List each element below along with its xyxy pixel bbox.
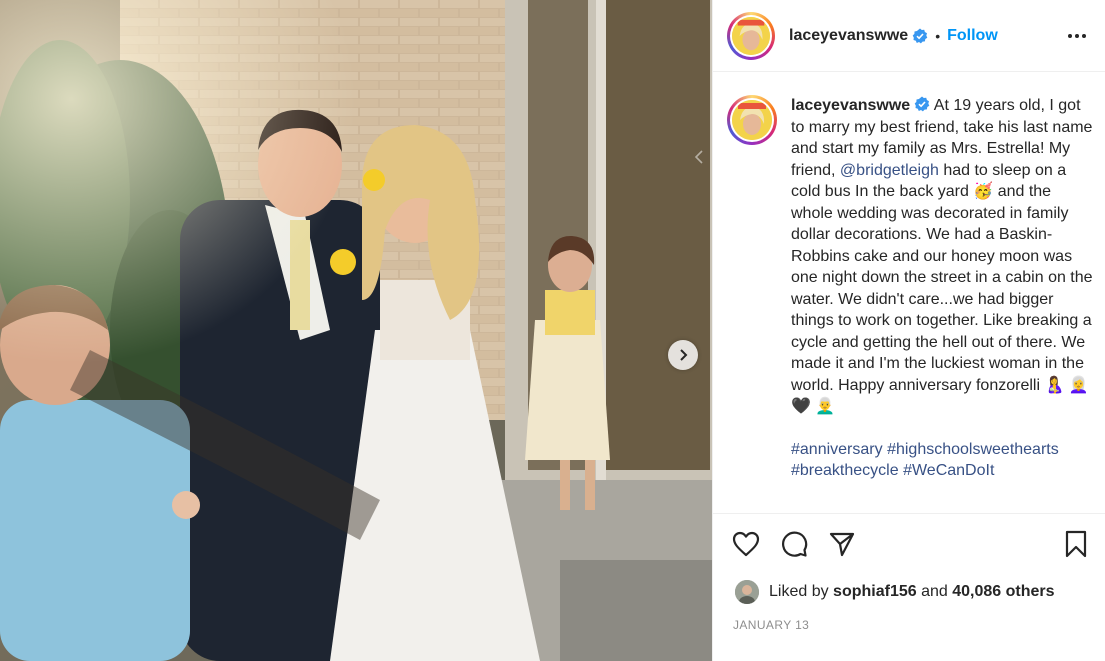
wedding-photo-illustration: [0, 0, 712, 661]
likes-summary: Liked by sophiaf156 and 40,086 others: [735, 580, 1055, 604]
separator-dot: •: [935, 27, 941, 44]
caption-username[interactable]: laceyevanswwe: [791, 97, 910, 114]
caption-text: laceyevanswwe At 19 years old, I got to …: [791, 95, 1095, 482]
hashtag-link[interactable]: #WeCanDoIt: [903, 462, 994, 479]
follow-button[interactable]: Follow: [947, 27, 998, 45]
caption-body-2: had to sleep on a cold bus In the back y…: [791, 161, 1093, 416]
heart-icon: [732, 531, 760, 557]
save-button[interactable]: [1061, 529, 1091, 559]
post-side-panel: laceyevanswwe • Follow laceyevanswwe At …: [712, 0, 1105, 661]
instagram-post: laceyevanswwe • Follow laceyevanswwe At …: [0, 0, 1105, 661]
liker-username[interactable]: sophiaf156: [833, 583, 917, 601]
verified-badge-icon: [912, 28, 928, 43]
post-date[interactable]: JANUARY 13: [733, 618, 809, 632]
author-avatar[interactable]: [727, 11, 775, 60]
liker-avatar[interactable]: [735, 580, 759, 604]
comment-button[interactable]: [779, 529, 809, 559]
divider: [713, 513, 1105, 514]
more-options-icon: [1068, 33, 1086, 38]
avatar-image: [732, 16, 770, 55]
hashtag-link[interactable]: #breakthecycle: [791, 462, 899, 479]
next-image-button[interactable]: [668, 340, 698, 370]
likes-count[interactable]: 40,086 others: [952, 583, 1054, 601]
likes-prefix: Liked by: [769, 583, 829, 600]
verified-badge-icon: [914, 96, 930, 112]
caption-author-avatar[interactable]: [727, 95, 777, 145]
chevron-left-icon: [694, 150, 703, 164]
caption-area: laceyevanswwe At 19 years old, I got to …: [713, 73, 1105, 513]
avatar-image: [732, 100, 772, 140]
author-username[interactable]: laceyevanswwe: [789, 27, 908, 45]
more-options-button[interactable]: [1065, 24, 1089, 48]
comment-icon: [782, 531, 808, 557]
mention-link[interactable]: @bridgetleigh: [840, 162, 939, 179]
hashtag-link[interactable]: #anniversary: [791, 441, 883, 458]
hashtags: #anniversary #highschoolsweethearts #bre…: [791, 439, 1095, 482]
post-header: laceyevanswwe • Follow: [713, 0, 1105, 72]
share-icon: [829, 532, 855, 557]
chevron-right-icon: [680, 349, 688, 361]
post-photo[interactable]: [0, 0, 712, 661]
share-button[interactable]: [827, 529, 857, 559]
hashtag-link[interactable]: #highschoolsweethearts: [887, 441, 1059, 458]
action-bar: [731, 528, 1091, 560]
like-button[interactable]: [731, 529, 761, 559]
bookmark-icon: [1065, 530, 1087, 558]
likes-and: and: [921, 583, 948, 600]
